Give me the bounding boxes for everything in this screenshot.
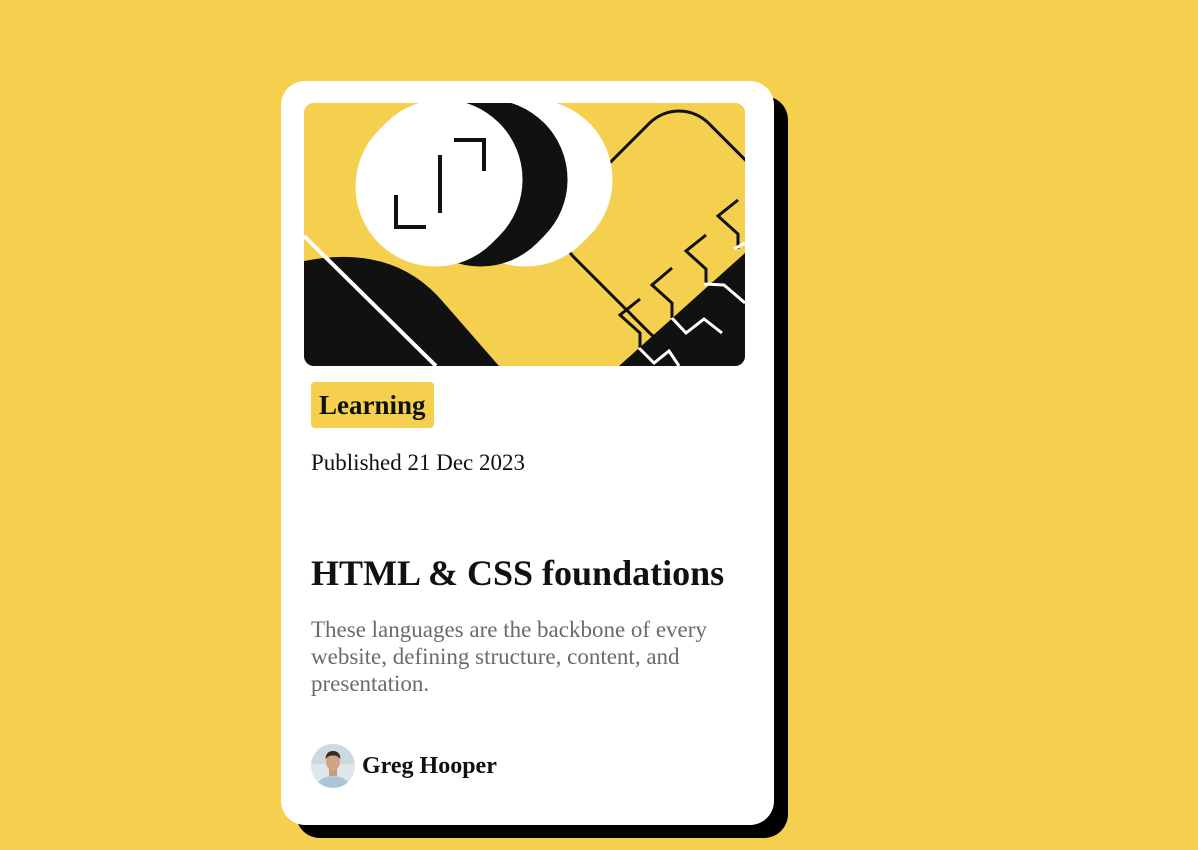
avatar (311, 744, 355, 788)
blog-preview-card[interactable]: Learning Published 21 Dec 2023 HTML & CS… (281, 81, 774, 825)
card-title[interactable]: HTML & CSS foundations (311, 552, 724, 594)
hero-illustration (304, 103, 745, 366)
author-name: Greg Hooper (362, 752, 497, 779)
author: Greg Hooper (311, 743, 497, 789)
card-description: These languages are the backbone of ever… (311, 617, 707, 696)
published-date: Published 21 Dec 2023 (311, 450, 526, 475)
page: Learning Published 21 Dec 2023 HTML & CS… (0, 0, 1198, 850)
category-tag: Learning (311, 382, 434, 428)
